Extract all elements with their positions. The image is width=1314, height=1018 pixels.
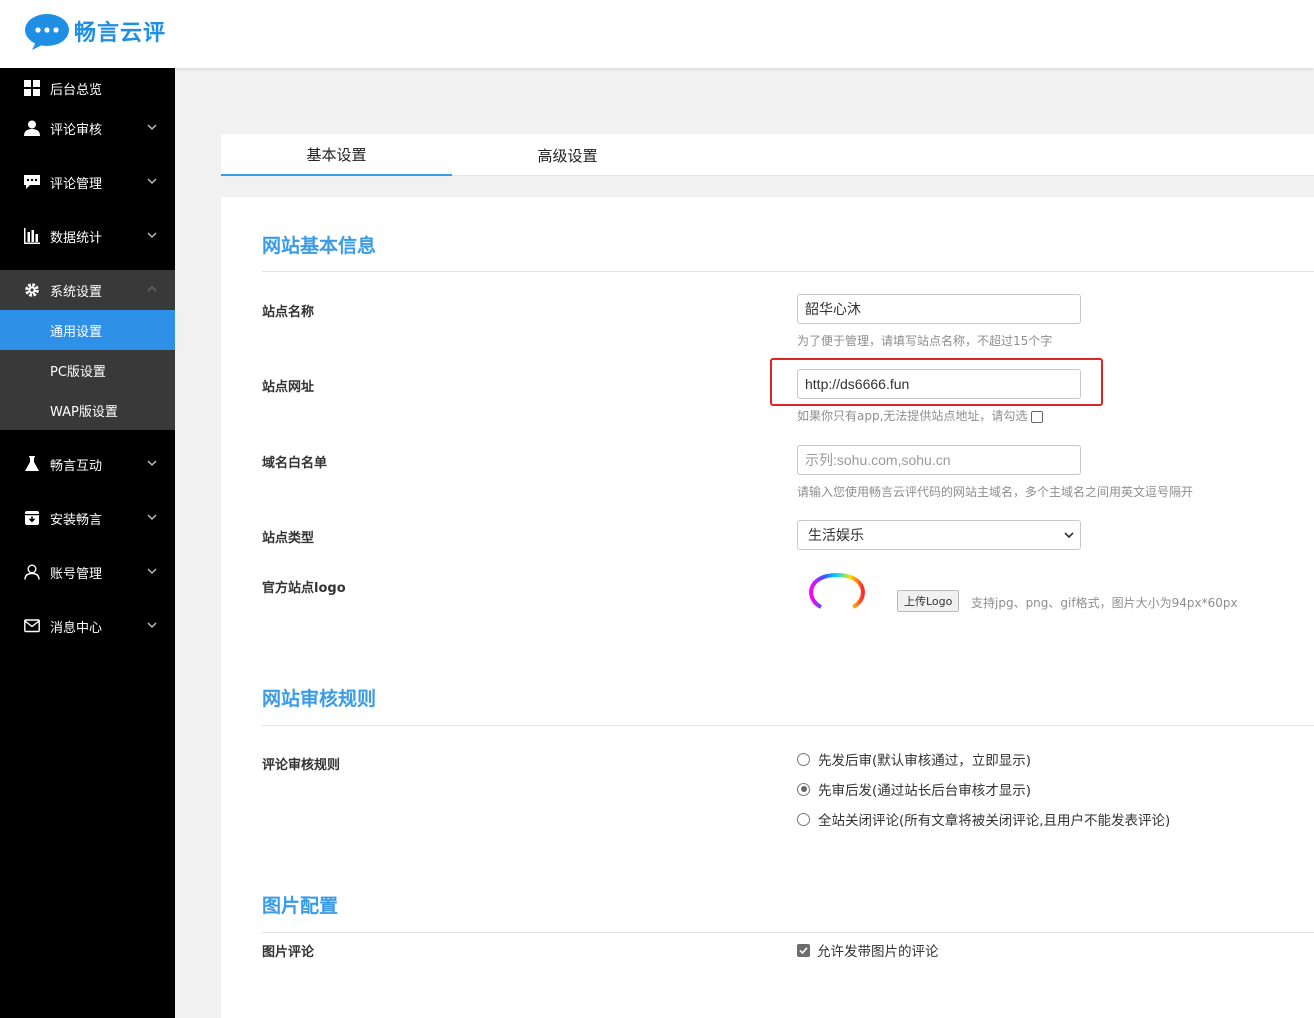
chevron-down-icon xyxy=(1064,532,1074,539)
comment-icon xyxy=(23,173,41,191)
site-type-label: 站点类型 xyxy=(262,531,315,546)
radio-button[interactable] xyxy=(797,752,810,766)
section-divider xyxy=(262,725,1314,726)
sidebar-item-statistics[interactable]: 数据统计 xyxy=(0,216,175,256)
chevron-down-icon xyxy=(147,232,157,239)
section-title-image-config: 图片配置 xyxy=(262,895,339,917)
site-logo-hint: 支持jpg、png、gif格式，图片大小为94px*60px xyxy=(971,596,1238,610)
review-option-close-all[interactable]: 全站关闭评论(所有文章将被关闭评论,且用户不能发表评论) xyxy=(797,809,1170,829)
site-url-input[interactable] xyxy=(797,369,1081,399)
whitelist-label: 域名白名单 xyxy=(262,456,328,471)
chevron-down-icon xyxy=(147,124,157,131)
site-logo-label: 官方站点logo xyxy=(262,581,346,596)
radio-label: 先发后审(默认审核通过，立即显示) xyxy=(818,753,1032,769)
dashboard-icon xyxy=(23,79,41,97)
sidebar-item-label: 后台总览 xyxy=(50,82,103,98)
chat-bubble-logo-icon xyxy=(22,12,72,50)
section-divider xyxy=(262,271,1314,272)
tab-advanced-settings[interactable]: 高级设置 xyxy=(452,134,683,176)
flask-icon xyxy=(23,455,41,473)
chevron-down-icon xyxy=(147,514,157,521)
account-icon xyxy=(23,563,41,581)
sidebar-item-label: 消息中心 xyxy=(50,620,103,636)
sidebar-item-label: 安装畅言 xyxy=(50,512,103,528)
gear-icon xyxy=(23,281,41,299)
upload-logo-button[interactable]: 上传Logo xyxy=(897,590,960,612)
site-name-hint: 为了便于管理，请填写站点名称，不超过15个字 xyxy=(797,334,1053,348)
review-option-review-first[interactable]: 先审后发(通过站长后台审核才显示) xyxy=(797,779,1031,799)
sidebar-item-system-settings[interactable]: 系统设置 xyxy=(0,270,175,310)
sidebar-item-label: 数据统计 xyxy=(50,230,103,246)
sidebar-item-label: 系统设置 xyxy=(50,284,103,300)
sidebar-item-messages[interactable]: 消息中心 xyxy=(0,606,175,646)
site-type-value: 生活娱乐 xyxy=(808,528,864,544)
sidebar-item-account[interactable]: 账号管理 xyxy=(0,552,175,592)
sidebar-item-comment-review[interactable]: 评论审核 xyxy=(0,108,175,148)
brand-name: 畅言云评 xyxy=(74,21,167,46)
site-name-input[interactable] xyxy=(797,294,1081,324)
sidebar-item-interaction[interactable]: 畅言互动 xyxy=(0,444,175,484)
sidebar-subitem-general[interactable]: 通用设置 xyxy=(0,310,175,350)
radio-button-selected[interactable] xyxy=(797,782,810,796)
sidebar: 后台总览 评论审核 评论管理 数据统计 系统设置 通用设置 PC版设置 WAP版… xyxy=(0,68,175,1018)
chevron-down-icon xyxy=(147,622,157,629)
chevron-down-icon xyxy=(147,460,157,467)
install-icon xyxy=(23,509,41,527)
checkbox-checked[interactable] xyxy=(797,943,810,957)
site-url-hint-text: 如果你只有app,无法提供站点地址，请勾选 xyxy=(797,409,1028,423)
sidebar-item-label: 评论审核 xyxy=(50,122,103,138)
section-title-basic-info: 网站基本信息 xyxy=(262,235,377,257)
radio-label: 全站关闭评论(所有文章将被关闭评论,且用户不能发表评论) xyxy=(818,813,1171,829)
site-url-label: 站点网址 xyxy=(262,380,315,395)
sidebar-item-comment-manage[interactable]: 评论管理 xyxy=(0,162,175,202)
chevron-down-icon xyxy=(147,568,157,575)
no-site-url-checkbox[interactable] xyxy=(1031,411,1044,423)
top-header: 畅言云评 xyxy=(0,0,1314,68)
whitelist-input[interactable] xyxy=(797,445,1081,475)
site-logo-image xyxy=(799,572,875,624)
radio-label: 先审后发(通过站长后台审核才显示) xyxy=(818,783,1032,799)
site-name-label: 站点名称 xyxy=(262,305,315,320)
sidebar-subitem-wap[interactable]: WAP版设置 xyxy=(0,390,175,430)
sidebar-item-label: 畅言互动 xyxy=(50,458,103,474)
tab-basic-settings[interactable]: 基本设置 xyxy=(221,134,452,176)
settings-tabs: 基本设置 高级设置 xyxy=(221,134,1314,176)
brand-logo[interactable]: 畅言云评 xyxy=(22,12,166,50)
mail-icon xyxy=(23,617,41,635)
chevron-down-icon xyxy=(147,178,157,185)
review-rule-label: 评论审核规则 xyxy=(262,758,341,773)
review-option-post-first[interactable]: 先发后审(默认审核通过，立即显示) xyxy=(797,749,1031,769)
site-url-hint: 如果你只有app,无法提供站点地址，请勾选 xyxy=(797,407,1044,424)
radio-button[interactable] xyxy=(797,812,810,826)
section-title-review-rules: 网站审核规则 xyxy=(262,688,377,710)
sidebar-item-overview[interactable]: 后台总览 xyxy=(0,68,175,108)
user-icon xyxy=(23,119,41,137)
section-divider xyxy=(262,932,1314,933)
whitelist-hint: 请输入您使用畅言云评代码的网站主域名，多个主域名之间用英文逗号隔开 xyxy=(797,485,1194,499)
sidebar-item-label: 账号管理 xyxy=(50,566,103,582)
image-comment-label: 图片评论 xyxy=(262,945,315,960)
settings-panel: 网站基本信息 站点名称 为了便于管理，请填写站点名称，不超过15个字 站点网址 … xyxy=(221,197,1314,1018)
checkbox-label: 允许发带图片的评论 xyxy=(817,944,939,960)
allow-image-comment-checkbox-row[interactable]: 允许发带图片的评论 xyxy=(797,940,939,960)
sidebar-item-label: 评论管理 xyxy=(50,176,103,192)
chevron-up-icon xyxy=(147,285,157,292)
sidebar-subitem-pc[interactable]: PC版设置 xyxy=(0,350,175,390)
bar-chart-icon xyxy=(23,227,41,245)
site-type-select[interactable]: 生活娱乐 xyxy=(797,520,1081,550)
sidebar-item-install[interactable]: 安装畅言 xyxy=(0,498,175,538)
checkmark-icon xyxy=(799,946,808,954)
